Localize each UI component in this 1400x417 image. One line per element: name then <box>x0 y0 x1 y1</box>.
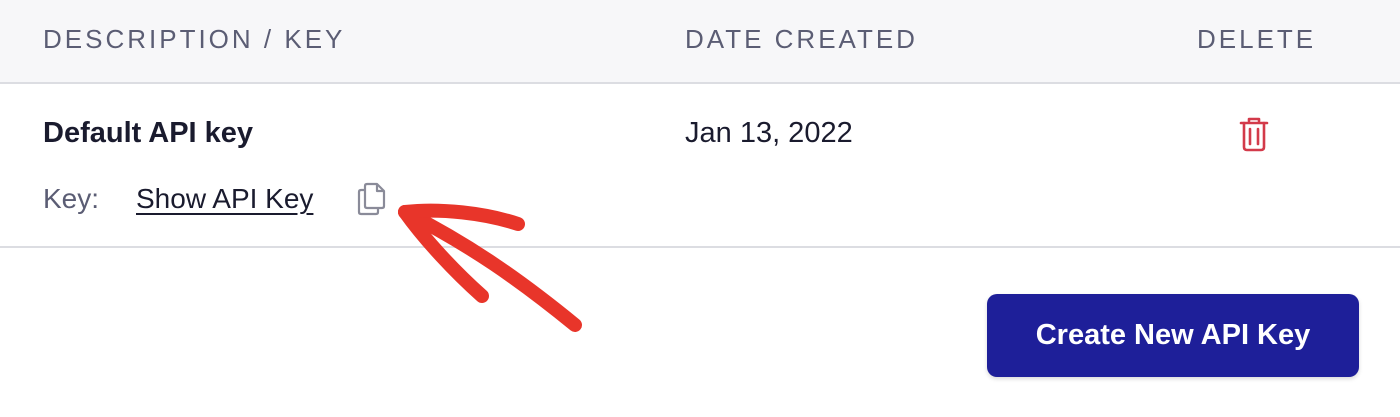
copy-icon <box>357 182 386 216</box>
table-header: DESCRIPTION / KEY DATE CREATED DELETE <box>0 0 1400 84</box>
show-api-key-link[interactable]: Show API Key <box>136 183 313 215</box>
create-new-api-key-button[interactable]: Create New API Key <box>987 294 1359 377</box>
key-label: Key: <box>43 183 100 214</box>
api-keys-panel: DESCRIPTION / KEY DATE CREATED DELETE De… <box>0 0 1400 417</box>
api-key-description: Default API key <box>43 117 254 149</box>
column-header-delete: DELETE <box>1197 24 1317 54</box>
column-header-date-created: DATE CREATED <box>685 24 918 54</box>
column-header-description: DESCRIPTION / KEY <box>43 24 346 54</box>
api-key-date-created: Jan 13, 2022 <box>685 117 853 149</box>
copy-key-button[interactable] <box>357 182 387 216</box>
delete-key-button[interactable] <box>1238 116 1270 152</box>
table-row: Default API key Jan 13, 2022 Key: Show A… <box>0 84 1400 248</box>
trash-icon <box>1239 117 1269 152</box>
